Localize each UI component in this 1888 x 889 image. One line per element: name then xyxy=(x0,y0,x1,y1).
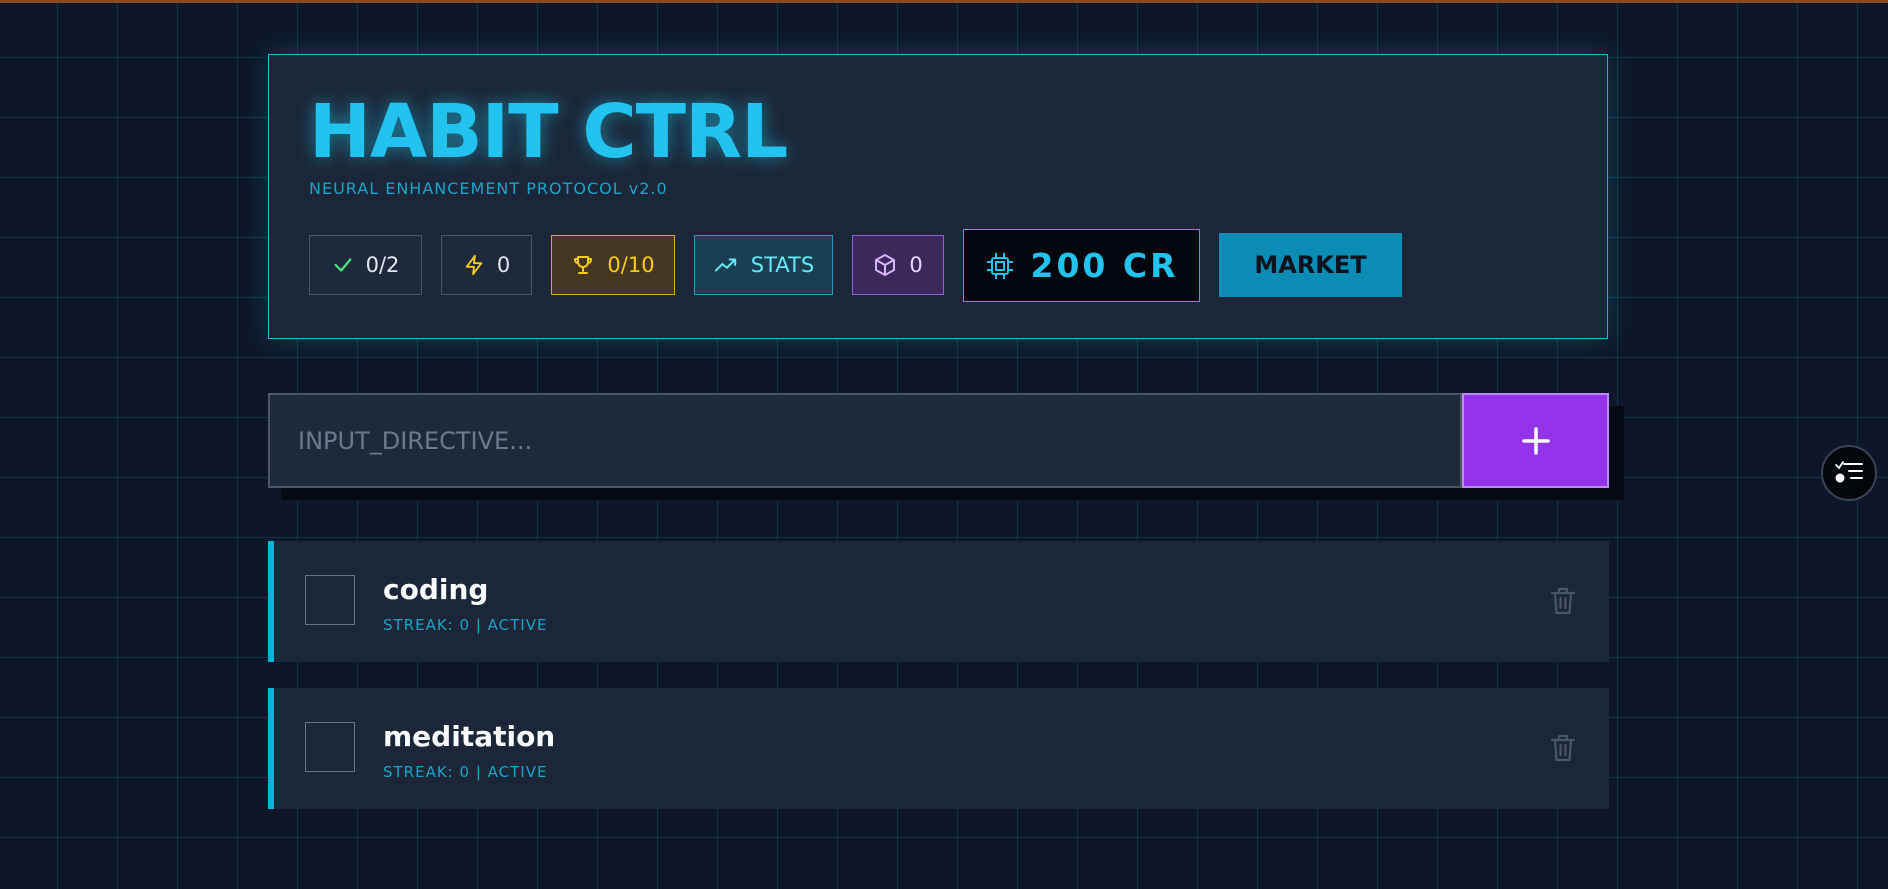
habit-name: coding xyxy=(383,573,489,606)
header-panel: HABIT CTRL NEURAL ENHANCEMENT PROTOCOL v… xyxy=(268,54,1608,339)
stats-button[interactable]: STATS xyxy=(694,235,833,295)
plus-icon xyxy=(1521,426,1550,455)
achievements-value: 0/10 xyxy=(607,253,655,277)
add-habit-button[interactable] xyxy=(1462,393,1609,488)
trending-up-icon xyxy=(714,258,736,272)
trophy-icon xyxy=(574,256,593,274)
trash-icon xyxy=(1550,734,1576,762)
top-accent-strip xyxy=(0,0,1888,3)
habit-checkbox[interactable] xyxy=(305,575,355,625)
habit-item: meditation STREAK: 0 | ACTIVE xyxy=(268,688,1609,809)
cube-icon xyxy=(875,254,896,276)
habit-checkbox[interactable] xyxy=(305,722,355,772)
streak-counter: 0 xyxy=(441,235,532,295)
check-icon xyxy=(334,258,352,272)
inventory-button[interactable]: 0 xyxy=(852,235,944,295)
habit-meta: STREAK: 0 | ACTIVE xyxy=(383,616,548,634)
trash-icon xyxy=(1550,587,1576,615)
completed-value: 0/2 xyxy=(365,253,400,277)
inventory-value: 0 xyxy=(909,253,923,277)
lightning-icon xyxy=(465,254,483,276)
streak-value: 0 xyxy=(496,253,511,277)
habit-name: meditation xyxy=(383,720,556,753)
floating-action-button[interactable] xyxy=(1821,445,1877,501)
stats-button-label: STATS xyxy=(750,253,815,277)
filter-list-icon xyxy=(1835,461,1863,483)
app-title: HABIT CTRL xyxy=(309,89,788,175)
delete-habit-button[interactable] xyxy=(1547,731,1579,765)
market-button[interactable]: MARKET xyxy=(1219,233,1402,297)
directive-input[interactable] xyxy=(268,393,1462,488)
habit-meta: STREAK: 0 | ACTIVE xyxy=(383,763,548,781)
cpu-chip-icon xyxy=(987,252,1014,279)
completed-counter: 0/2 xyxy=(309,235,422,295)
delete-habit-button[interactable] xyxy=(1547,584,1579,618)
habit-item: coding STREAK: 0 | ACTIVE xyxy=(268,541,1609,662)
achievements-button[interactable]: 0/10 xyxy=(551,235,675,295)
credits-display: 200 CR xyxy=(963,229,1200,302)
app-subtitle: NEURAL ENHANCEMENT PROTOCOL v2.0 xyxy=(309,179,668,198)
credits-value: 200 CR xyxy=(1030,246,1179,285)
